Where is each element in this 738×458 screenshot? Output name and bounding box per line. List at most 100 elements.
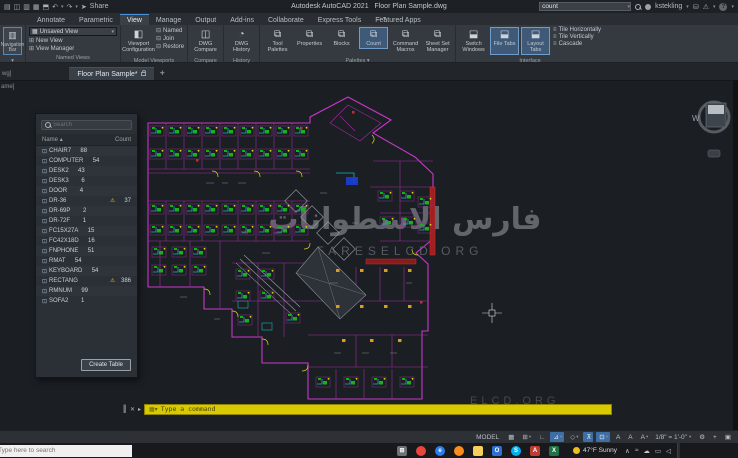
block-count-row[interactable]: ⊡ DR-36 ⚠ 37 bbox=[36, 196, 137, 206]
account-caret-icon[interactable]: ▾ bbox=[686, 4, 689, 10]
taskbar-app-icon[interactable]: S bbox=[511, 446, 521, 456]
taskbar-app-icon[interactable] bbox=[454, 446, 464, 456]
taskbar-app-icon[interactable]: ⊞ bbox=[397, 446, 407, 456]
viewport-configuration-button[interactable]: ◧ Viewport Configuration bbox=[124, 27, 153, 55]
redo-caret-icon[interactable]: ▾ bbox=[75, 4, 78, 10]
share-button[interactable]: Share bbox=[90, 3, 109, 10]
block-count-row[interactable]: ⊡ SOFA2 ⚠ 1 bbox=[36, 296, 137, 306]
save-icon[interactable]: ▦ bbox=[33, 3, 40, 11]
ribbon-small-button[interactable]: ⊟ Restore bbox=[156, 43, 184, 50]
block-count-row[interactable]: ⊡ FC15X27A ⚠ 15 bbox=[36, 226, 137, 236]
help-caret-icon[interactable]: ▾ bbox=[731, 4, 734, 10]
signed-in-user[interactable]: kstekling bbox=[655, 3, 682, 10]
status-bar-item[interactable]: ⊡ ▾ bbox=[596, 432, 610, 442]
help-icon[interactable]: ? bbox=[719, 3, 727, 11]
taskbar-app-icon[interactable] bbox=[473, 446, 483, 456]
ribbon-small-button[interactable]: ≡ Cascade bbox=[553, 41, 601, 47]
ribbon-tab[interactable]: Output bbox=[188, 15, 223, 25]
status-bar-item[interactable]: A ▾ bbox=[638, 433, 651, 442]
ribbon-tab[interactable]: View bbox=[120, 14, 149, 25]
ribbon-small-button[interactable]: ⊞ New View bbox=[29, 37, 117, 44]
status-bar-item[interactable]: ⊿ ▾ bbox=[550, 432, 564, 442]
block-count-row[interactable]: ⊡ FC42X18D ⚠ 16 bbox=[36, 236, 137, 246]
tray-icon[interactable]: ∧ bbox=[625, 447, 630, 455]
taskbar-app-icon[interactable]: A bbox=[530, 446, 540, 456]
print-icon[interactable]: ⬒ bbox=[43, 3, 50, 11]
alerts-caret-icon[interactable]: ▾ bbox=[713, 4, 716, 10]
block-count-row[interactable]: ⊡ CHAIR7 ⚠ 88 bbox=[36, 146, 137, 156]
palette-column-headers[interactable]: Name ▴ Count bbox=[36, 134, 137, 146]
block-count-row[interactable]: ⊡ DR-72F ⚠ 1 bbox=[36, 216, 137, 226]
app-store-cart-icon[interactable]: ⛁ bbox=[693, 3, 699, 11]
ribbon-small-button[interactable]: ≡ Tile Horizontally bbox=[553, 27, 601, 33]
palette-search-box[interactable] bbox=[41, 120, 132, 130]
status-bar-item[interactable]: ▣ ▾ bbox=[722, 432, 733, 442]
ribbon-tab[interactable]: Add-ins bbox=[223, 15, 261, 25]
new-drawing-tab-button[interactable]: + bbox=[154, 68, 171, 80]
undo-icon[interactable]: ↶ bbox=[52, 3, 58, 11]
block-count-row[interactable]: ⊡ DOOR ⚠ 4 bbox=[36, 186, 137, 196]
status-bar-item[interactable]: 1/8" = 1'-0" ▾ bbox=[653, 433, 693, 442]
block-count-row[interactable]: ⊡ KEYBOARD ⚠ 54 bbox=[36, 266, 137, 276]
command-line-close-icon[interactable]: ✕ bbox=[127, 406, 138, 413]
status-bar-item[interactable]: A ▾ bbox=[613, 433, 622, 442]
taskbar-app-icon[interactable] bbox=[416, 446, 426, 456]
tray-icon[interactable]: ≈ bbox=[635, 447, 639, 454]
block-count-row[interactable]: ⊡ DR-69P ⚠ 2 bbox=[36, 206, 137, 216]
help-search-input[interactable] bbox=[540, 3, 627, 10]
block-count-row[interactable]: ⊡ RMNUM ⚠ 99 bbox=[36, 286, 137, 296]
help-search-box[interactable]: ▾ bbox=[539, 2, 631, 11]
ribbon-small-button[interactable]: ⊟ Join bbox=[156, 35, 184, 42]
ribbon-small-button[interactable]: ⊟ Named bbox=[156, 27, 184, 34]
show-desktop-button[interactable] bbox=[677, 443, 680, 458]
ribbon-tab[interactable]: Express Tools bbox=[311, 15, 368, 25]
app-menu-icon[interactable]: ▤ bbox=[4, 3, 11, 11]
status-bar-item[interactable]: ∟ ▾ bbox=[536, 433, 547, 442]
ribbon-tab[interactable]: Parametric bbox=[72, 15, 120, 25]
interface-button[interactable]: ⬓ Layout Tabs bbox=[521, 27, 550, 55]
command-input-bar[interactable]: ▦▾ Type a command bbox=[144, 404, 612, 415]
ribbon-small-button[interactable]: ≡ Tile Vertically bbox=[553, 34, 601, 40]
palette-button[interactable]: ⧉ Blocks bbox=[327, 27, 356, 49]
create-table-button[interactable]: Create Table bbox=[81, 359, 131, 371]
ribbon-tab[interactable]: Collaborate bbox=[261, 15, 311, 25]
tray-icon[interactable]: ◁ bbox=[666, 447, 671, 455]
palette-button[interactable]: ⧉ Properties bbox=[295, 27, 324, 49]
ribbon-tab[interactable]: Manage bbox=[149, 15, 188, 25]
view-dropdown[interactable]: ▦ Unsaved View ▾ bbox=[29, 27, 117, 36]
status-bar-item[interactable]: ◇ ▾ bbox=[567, 432, 580, 442]
file-tab-active[interactable]: Floor Plan Sample* bbox=[69, 67, 153, 80]
alerts-icon[interactable]: ⚠ bbox=[703, 3, 709, 11]
block-count-row[interactable]: ⊡ DESK3 ⚠ 6 bbox=[36, 176, 137, 186]
interface-button[interactable]: ⬓ Switch Windows bbox=[459, 27, 488, 55]
palette-button[interactable]: ⧉ Command Macros bbox=[391, 27, 420, 55]
undo-caret-icon[interactable]: ▾ bbox=[61, 4, 64, 10]
status-bar-item[interactable]: A ▾ bbox=[625, 433, 634, 442]
dwg-compare-button[interactable]: ◫ DWG Compare bbox=[191, 27, 220, 55]
new-file-icon[interactable]: ◫ bbox=[14, 3, 21, 11]
taskbar-weather[interactable]: 47°F Sunny bbox=[573, 447, 617, 454]
taskbar-app-icon[interactable]: X bbox=[549, 446, 559, 456]
ribbon-display-toggle-icon[interactable]: ▭ ▾ bbox=[376, 15, 386, 24]
interface-button[interactable]: ⬓ File Tabs bbox=[490, 27, 519, 55]
block-count-row[interactable]: ⊡ RECTANG ⚠ 386 bbox=[36, 276, 137, 286]
tray-icon[interactable]: ☁ bbox=[643, 447, 650, 455]
ribbon-small-button[interactable]: ⊞ View Manager bbox=[29, 45, 117, 52]
dwg-history-button[interactable]: ◔ DWG History bbox=[227, 27, 256, 55]
recent-commands-icon[interactable]: ▦▾ bbox=[149, 406, 158, 413]
status-bar-item[interactable]: ▦ ▾ bbox=[505, 432, 516, 442]
tray-icon[interactable]: ▭ bbox=[655, 447, 661, 455]
search-caret-icon[interactable]: ▾ bbox=[628, 4, 631, 10]
command-line-grip[interactable]: ▐ bbox=[120, 406, 127, 413]
block-count-row[interactable]: ⊡ RMAT ⚠ 54 bbox=[36, 256, 137, 266]
share-icon[interactable]: ➤ bbox=[81, 3, 87, 11]
windows-search-box[interactable] bbox=[0, 445, 132, 457]
status-bar-item[interactable]: ⊞ ▾ bbox=[519, 432, 533, 442]
palette-button[interactable]: ⧉ Sheet Set Manager bbox=[423, 27, 452, 55]
block-count-row[interactable]: ⊡ COMPUTER ⚠ 54 bbox=[36, 156, 137, 166]
status-bar-item[interactable]: + ▾ bbox=[710, 433, 719, 442]
open-file-icon[interactable]: ▥ bbox=[23, 3, 30, 11]
block-count-row[interactable]: ⊡ FNPHONE ⚠ 51 bbox=[36, 246, 137, 256]
palette-button[interactable]: ⧉ Tool Palettes bbox=[263, 27, 292, 55]
ribbon-tab[interactable]: Annotate bbox=[30, 15, 72, 25]
